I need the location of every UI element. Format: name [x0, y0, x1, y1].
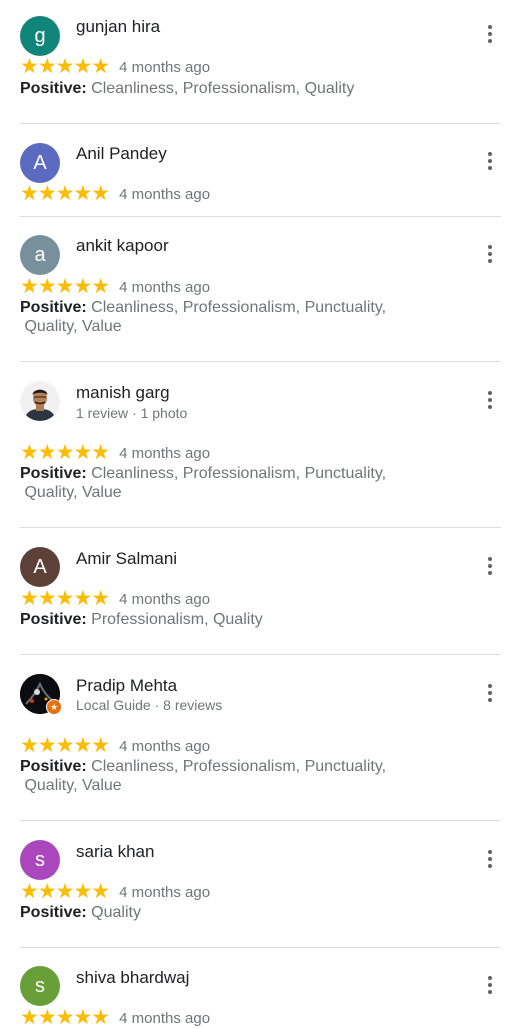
- more-options-icon[interactable]: [480, 149, 500, 173]
- positive-label: Positive:: [20, 299, 87, 316]
- more-options-icon[interactable]: [480, 554, 500, 578]
- positive-attributes: Positive: Cleanliness, Professionalism, …: [20, 464, 440, 502]
- positive-values: Quality: [91, 904, 141, 921]
- reviewer-name[interactable]: Anil Pandey: [76, 144, 167, 164]
- avatar[interactable]: s: [20, 840, 60, 880]
- reviewer-name[interactable]: saria khan: [76, 842, 154, 862]
- positive-values-cont: Quality, Value: [24, 318, 122, 335]
- profile-photo-icon: [20, 381, 60, 421]
- divider: [20, 820, 501, 821]
- rating-row: ★★★★★ 4 months ago: [20, 182, 211, 205]
- positive-label: Positive:: [20, 611, 87, 628]
- positive-label: Positive:: [20, 80, 87, 97]
- reviewer-name[interactable]: manish garg: [76, 383, 170, 403]
- star-rating: ★★★★★: [20, 55, 110, 78]
- more-options-icon[interactable]: [480, 847, 500, 871]
- divider: [20, 123, 501, 124]
- local-guide-badge-icon: ★: [46, 699, 62, 715]
- star-rating: ★★★★★: [20, 441, 110, 464]
- more-options-icon[interactable]: [480, 681, 500, 705]
- review-time: 4 months ago: [119, 883, 211, 901]
- avatar[interactable]: a: [20, 235, 60, 275]
- divider: [20, 527, 501, 528]
- avatar[interactable]: A: [20, 547, 60, 587]
- reviewer-name[interactable]: shiva bhardwaj: [76, 968, 189, 988]
- positive-label: Positive:: [20, 904, 87, 921]
- star-rating: ★★★★★: [20, 734, 110, 757]
- positive-attributes: Positive: Professionalism, Quality: [20, 610, 440, 629]
- review-time: 4 months ago: [119, 58, 211, 76]
- more-options-icon[interactable]: [480, 388, 500, 412]
- star-rating: ★★★★★: [20, 880, 110, 903]
- rating-row: ★★★★★ 4 months ago: [20, 55, 211, 78]
- positive-attributes: Positive: Cleanliness, Professionalism, …: [20, 757, 440, 795]
- rating-row: ★★★★★ 4 months ago: [20, 587, 211, 610]
- avatar-photo[interactable]: [20, 381, 60, 421]
- star-rating: ★★★★★: [20, 587, 110, 610]
- star-rating: ★★★★★: [20, 182, 110, 205]
- positive-values-cont: Quality, Value: [24, 777, 122, 794]
- rating-row: ★★★★★ 4 months ago: [20, 441, 211, 464]
- divider: [20, 361, 501, 362]
- positive-values: Professionalism, Quality: [91, 611, 263, 628]
- more-options-icon[interactable]: [480, 973, 500, 997]
- positive-attributes: Positive: Cleanliness, Professionalism, …: [20, 79, 440, 98]
- reviewer-name[interactable]: Amir Salmani: [76, 549, 177, 569]
- reviewer-name[interactable]: gunjan hira: [76, 17, 160, 37]
- avatar[interactable]: A: [20, 143, 60, 183]
- divider: [20, 216, 501, 217]
- reviewer-name[interactable]: ankit kapoor: [76, 236, 169, 256]
- positive-values: Cleanliness, Professionalism, Quality: [91, 80, 355, 97]
- avatar[interactable]: g: [20, 16, 60, 56]
- review-time: 4 months ago: [119, 590, 211, 608]
- star-rating: ★★★★★: [20, 275, 110, 298]
- positive-values: Cleanliness, Professionalism, Punctualit…: [91, 465, 387, 482]
- star-rating: ★★★★★: [20, 1006, 110, 1029]
- positive-values: Cleanliness, Professionalism, Punctualit…: [91, 758, 387, 775]
- positive-label: Positive:: [20, 465, 87, 482]
- positive-attributes: Positive: Cleanliness, Professionalism, …: [20, 298, 440, 336]
- review-time: 4 months ago: [119, 185, 211, 203]
- avatar-photo[interactable]: ★: [20, 674, 62, 715]
- positive-values-cont: Quality, Value: [24, 484, 122, 501]
- rating-row: ★★★★★ 4 months ago: [20, 1006, 210, 1029]
- review-time: 4 months ago: [119, 444, 211, 462]
- divider: [20, 654, 501, 655]
- reviewer-stats: Local Guide · 8 reviews: [76, 697, 223, 713]
- rating-row: ★★★★★ 4 months ago: [20, 734, 211, 757]
- positive-label: Positive:: [20, 758, 87, 775]
- rating-row: ★★★★★ 4 months ago: [20, 275, 211, 298]
- divider: [20, 947, 501, 948]
- review-time: 4 months ago: [119, 278, 211, 296]
- positive-attributes: Positive: Quality: [20, 903, 440, 922]
- more-options-icon[interactable]: [480, 22, 500, 46]
- reviewer-name[interactable]: Pradip Mehta: [76, 676, 177, 696]
- more-options-icon[interactable]: [480, 242, 500, 266]
- review-time: 4 months ago: [119, 737, 211, 755]
- rating-row: ★★★★★ 4 months ago: [20, 880, 211, 903]
- avatar[interactable]: s: [20, 966, 60, 1006]
- positive-values: Cleanliness, Professionalism, Punctualit…: [91, 299, 387, 316]
- reviewer-stats: 1 review · 1 photo: [76, 405, 188, 421]
